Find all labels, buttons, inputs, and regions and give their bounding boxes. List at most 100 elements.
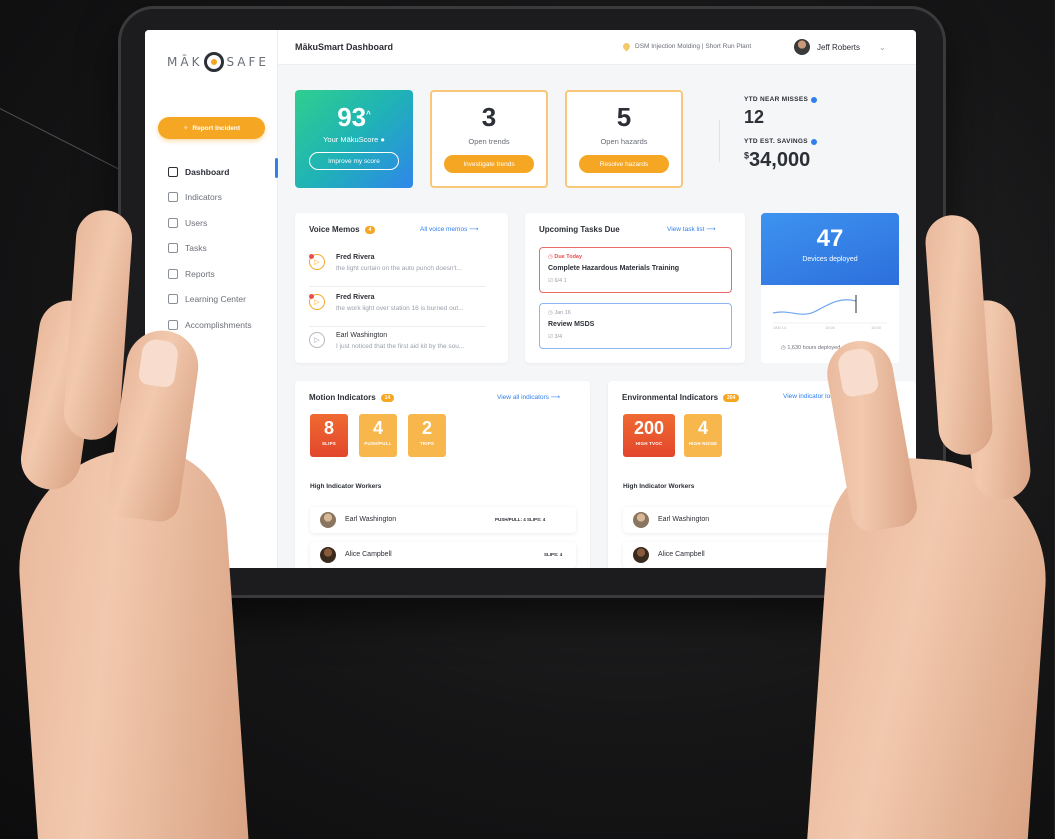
devices-label: Devices deployed (802, 256, 858, 263)
sidebar-item-reports[interactable]: Reports (168, 261, 252, 287)
list-item[interactable]: ▷ Earl Washington I just noticed that th… (309, 329, 486, 365)
devices-value: 47 (816, 225, 844, 252)
background-line (0, 108, 125, 173)
book-icon (168, 294, 178, 305)
open-hazards-label: Open hazards (600, 137, 648, 146)
task-due: ◷ Jan 16 (548, 310, 571, 316)
alert-icon: ✧ (182, 125, 189, 132)
indicator-value: 4 (372, 418, 383, 438)
motion-indicators-panel: Motion Indicators 14 View all indicators … (295, 381, 590, 568)
sidebar-item-label: Accomplishments (185, 319, 252, 330)
high-tvoc-indicator-tile[interactable]: 200 HIGH TVOC (623, 414, 675, 457)
upcoming-tasks-panel: Upcoming Tasks Due View task list ⟶ ◷ Du… (525, 213, 745, 363)
indicator-value: 8 (323, 418, 334, 438)
improve-score-button[interactable]: Improve my score (309, 152, 399, 170)
sidebar-item-label: Indicators (185, 192, 222, 203)
task-card[interactable]: ◷ Jan 16 Review MSDS ☑ 3/4 (539, 303, 732, 349)
sidebar-item-dashboard[interactable]: Dashboard (168, 159, 252, 185)
all-voice-memos-label: All voice memos (420, 226, 468, 233)
investigate-trends-button[interactable]: Investigate trends (444, 155, 534, 173)
hours-deployed-text: 1,630 hours deployed (787, 345, 841, 351)
makusafe-logo[interactable]: MĀK SAFE (167, 52, 269, 72)
open-hazards-value: 5 (616, 102, 632, 132)
chart-line-icon (168, 268, 178, 279)
makuscore-value: 93 (337, 102, 367, 132)
makuscore-card: 93^ Your MākuScore ● Improve my score (295, 90, 413, 188)
sidebar-item-label: Users (185, 217, 208, 228)
task-meta-text: 6/4 1 (554, 278, 567, 284)
logo-text-left: MĀK (167, 55, 203, 69)
play-icon[interactable]: ▷ (309, 294, 325, 310)
play-icon[interactable]: ▷ (309, 332, 325, 348)
all-voice-memos-link[interactable]: All voice memos ⟶ (420, 225, 478, 233)
avatar (320, 547, 336, 563)
arrow-right-icon: ⟶ (706, 226, 716, 233)
voice-memos-panel: Voice Memos 4 All voice memos ⟶ ▷ Fred Ri… (295, 213, 508, 363)
view-indicator-locations-link[interactable]: View indicator loca (783, 393, 837, 400)
ytd-stats: YTD NEAR MISSES 12 YTD EST. SAVINGS $34,… (744, 96, 818, 172)
checkbox-icon: ☑ (548, 278, 553, 284)
resolve-hazards-button[interactable]: Resolve hazards (579, 155, 669, 173)
divider (719, 120, 720, 162)
worker-name: Alice Campbell (345, 551, 392, 558)
open-trends-card: 3 Open trends Investigate trends (430, 90, 548, 188)
report-incident-button[interactable]: ✧ Report Incident (158, 117, 265, 139)
info-icon[interactable]: ● (380, 135, 385, 144)
sidebar-item-accomplishments[interactable]: Accomplishments (168, 312, 252, 338)
sidebar-item-users[interactable]: Users (168, 210, 252, 236)
environmental-indicators-badge: 204 (723, 393, 740, 402)
open-trends-label: Open trends (468, 137, 510, 146)
sidebar-item-indicators[interactable]: Indicators (168, 185, 252, 211)
info-icon[interactable] (810, 138, 817, 145)
plant-selector[interactable]: DSM Injection Molding | Short Run Plant (621, 41, 751, 52)
trips-indicator-tile[interactable]: 2 TRIPS (408, 414, 446, 457)
task-meta: ☑ 3/4 (548, 334, 562, 340)
user-icon (168, 217, 178, 228)
avatar (633, 512, 649, 528)
near-misses-label: YTD NEAR MISSES (744, 96, 809, 103)
view-task-list-label: View task list (667, 226, 705, 233)
worker-name: Earl Washington (345, 516, 397, 523)
table-row[interactable]: Earl Washington PUSH/PULL: 4 SLIPS: 4 (310, 507, 576, 533)
play-icon[interactable]: ▷ (309, 254, 325, 270)
sidebar-item-learning-center[interactable]: Learning Center (168, 287, 252, 313)
savings-value: 34,000 (749, 149, 811, 171)
list-item[interactable]: ▷ Fred Rivera the work light over statio… (309, 291, 486, 327)
environmental-indicators-header: Environmental Indicators 204 (622, 393, 740, 402)
indicator-label: HIGH NOISE (688, 441, 718, 446)
axis-tick-label: JAN 14 (773, 325, 787, 330)
task-meta-text: 3/4 (554, 334, 563, 340)
sidebar-item-label: Learning Center (185, 294, 246, 305)
push-pull-indicator-tile[interactable]: 4 PUSH/PULL (359, 414, 397, 457)
high-noise-indicator-tile[interactable]: 4 HIGH NOISE (684, 414, 722, 457)
dashboard-screen: MĀK SAFE ✧ Report Incident Dashboard Ind… (145, 30, 916, 568)
memo-author: Fred Rivera (336, 294, 375, 301)
sidebar-item-tasks[interactable]: Tasks (168, 236, 252, 262)
near-misses-label-row: YTD NEAR MISSES (744, 96, 818, 103)
list-item[interactable]: ▷ Fred Rivera the light curtain on the a… (309, 251, 486, 287)
motion-indicators-title: Motion Indicators (309, 393, 376, 402)
table-row[interactable]: Alice Campbell SLIPS: 4 (310, 542, 576, 568)
voice-memos-header: Voice Memos 4 (309, 225, 376, 234)
user-menu[interactable]: Jeff Roberts ⌄ (794, 39, 886, 55)
sparkline-line (772, 299, 857, 315)
open-hazards-card: 5 Open hazards Resolve hazards (565, 90, 683, 188)
sidebar-item-label: Reports (185, 268, 215, 279)
environmental-indicators-title: Environmental Indicators (622, 393, 719, 402)
info-icon[interactable] (811, 96, 818, 103)
view-task-list-link[interactable]: View task list ⟶ (667, 225, 716, 233)
location-pin-icon (621, 41, 632, 52)
indicator-label: TRIPS (419, 441, 435, 446)
logo-text-right: SAFE (226, 55, 269, 69)
arrow-right-icon: ⟶ (550, 394, 561, 401)
clock-icon: ◷ (548, 310, 553, 316)
avatar (794, 39, 810, 55)
view-all-indicators-link[interactable]: View all indicators ⟶ (497, 393, 560, 401)
logo-ring-icon (204, 52, 225, 72)
high-indicator-workers-title: High Indicator Workers (623, 483, 695, 490)
trend-up-icon: ^ (366, 109, 371, 119)
task-card[interactable]: ◷ Due Today Complete Hazardous Materials… (539, 247, 732, 293)
devices-header: 47 Devices deployed (761, 213, 899, 285)
slips-indicator-tile[interactable]: 8 SLIPS (310, 414, 348, 457)
memo-snippet: the work light over station 16 is burned… (336, 305, 464, 312)
